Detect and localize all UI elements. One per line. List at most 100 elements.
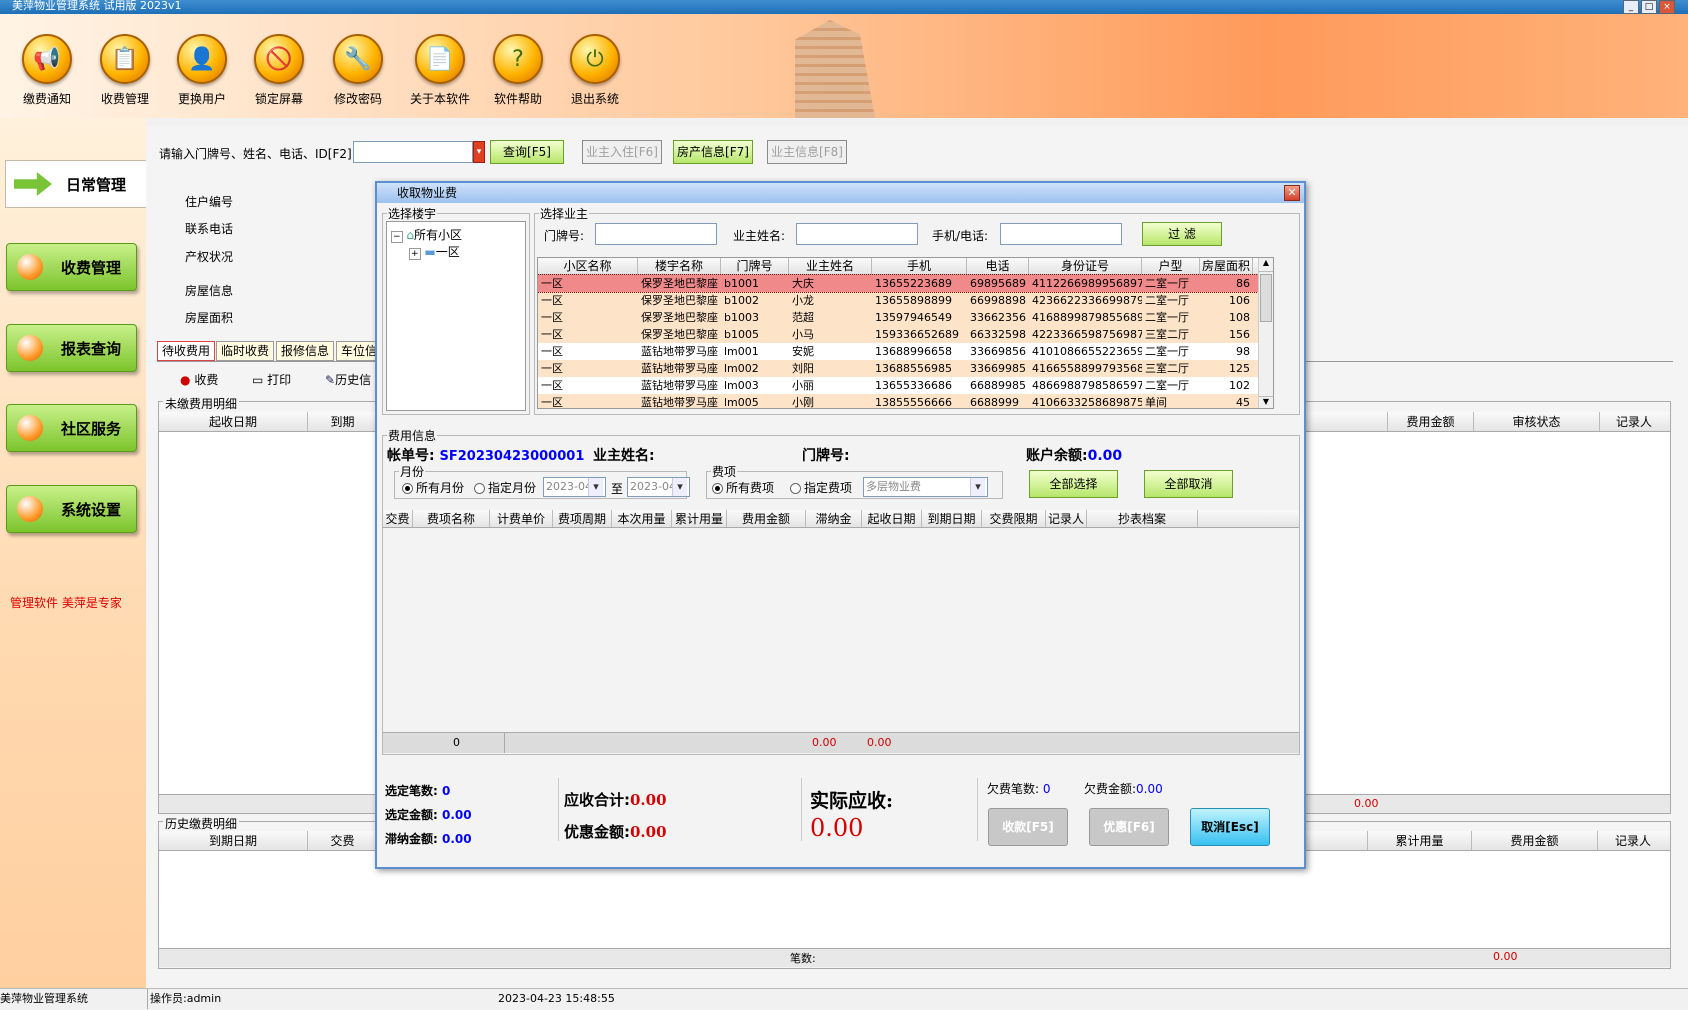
fee-col-header[interactable]: 记录人	[1046, 510, 1087, 527]
slogan-text: 管理软件 美萍是专家	[10, 596, 122, 610]
fee-col-header[interactable]: 本次用量	[612, 510, 672, 527]
fee-col-header[interactable]: 费项周期	[553, 510, 612, 527]
fee-col-header[interactable]: 费用金额	[727, 510, 806, 527]
owner-col-header[interactable]: 户型	[1142, 258, 1200, 274]
fee-col-header[interactable]: 到期日期	[922, 510, 982, 527]
history-action[interactable]: ✎历史信	[325, 371, 371, 388]
owed-amount-value: 0.00	[1136, 782, 1163, 796]
fee-col-header[interactable]: 累计用量	[672, 510, 727, 527]
collect-button[interactable]: 收款[F5]	[988, 808, 1068, 846]
move-in-button[interactable]: 业主入住[F6]	[582, 140, 662, 164]
house-info-button[interactable]: 房产信息[F7]	[673, 140, 753, 164]
unpaid-total: 0.00	[1354, 797, 1379, 810]
month-to-select[interactable]: 2023-04	[627, 477, 690, 497]
filter-button[interactable]: 过 滤	[1142, 222, 1222, 246]
owner-row[interactable]: 一区 蓝钻地带罗马座 lm001 安妮 13688996658 33669856 41010…	[538, 343, 1258, 360]
all-months-radio[interactable]: 所有月份	[402, 479, 464, 496]
owner-col-header[interactable]: 身份证号	[1029, 258, 1142, 274]
door-filter-input[interactable]	[595, 223, 717, 245]
toolbar-button-1[interactable]: 📋 收费管理	[86, 34, 164, 107]
item-group-title: 费项	[712, 465, 737, 479]
query-button[interactable]: 查询[F5]	[490, 140, 564, 164]
maximize-button[interactable]: □	[1641, 0, 1657, 14]
owner-col-header[interactable]: 小区名称	[538, 258, 638, 274]
charge-action[interactable]: ● 收费	[180, 371, 218, 388]
scroll-up-icon[interactable]: ▲	[1259, 258, 1273, 272]
owner-col-header[interactable]: 房屋面积	[1200, 258, 1253, 274]
orange-dot-icon	[17, 254, 43, 280]
spec-month-radio[interactable]: 指定月份	[474, 479, 536, 496]
owner-row[interactable]: 一区 蓝钻地带罗马座 lm003 小丽 13655336686 66889985 48669…	[538, 377, 1258, 394]
bill-no-value: SF20230423000001	[439, 449, 585, 464]
fee-col-header[interactable]: 滞纳金	[806, 510, 862, 527]
owner-row[interactable]: 一区 保罗圣地巴黎座 b1001 大庆 13655223689 69895689 41122…	[538, 274, 1259, 293]
name-filter-input[interactable]	[796, 223, 918, 245]
print-action[interactable]: ▭ 打印	[252, 371, 291, 388]
toolbar-button-6[interactable]: ? 软件帮助	[479, 34, 557, 107]
owner-row[interactable]: 一区 蓝钻地带罗马座 lm002 刘阳 13688556985 33669985 41665…	[538, 360, 1258, 377]
sidebar-item-system-settings[interactable]: 系统设置	[6, 485, 137, 533]
toolbar-button-2[interactable]: 👤 更换用户	[163, 34, 241, 107]
owner-col-header[interactable]: 手机	[872, 258, 967, 274]
close-window-button[interactable]: ×	[1659, 0, 1675, 14]
month-from-select[interactable]: 2023-04	[543, 477, 606, 497]
owner-cell: 422336659875698756	[1032, 328, 1142, 341]
search-input[interactable]	[353, 141, 473, 163]
phone-filter-input[interactable]	[1000, 223, 1122, 245]
owner-cell: 102	[1229, 379, 1250, 392]
sidebar-item-report-query[interactable]: 报表查询	[6, 324, 137, 372]
col-cumulative-usage: 累计用量	[1368, 831, 1472, 850]
toolbar-button-0[interactable]: 📢 缴费通知	[8, 34, 86, 107]
fee-col-header[interactable]: 抄表档案	[1087, 510, 1198, 527]
discount-button[interactable]: 优惠[F6]	[1089, 808, 1169, 846]
owner-row[interactable]: 一区 保罗圣地巴黎座 b1002 小龙 13655898899 66998898 42366…	[538, 292, 1258, 309]
all-items-radio[interactable]: 所有费项	[712, 479, 774, 496]
scroll-down-icon[interactable]: ▼	[1259, 396, 1273, 408]
owner-row[interactable]: 一区 保罗圣地巴黎座 b1003 范超 13597946549 33662356 41688…	[538, 309, 1258, 326]
toolbar-button-5[interactable]: 📄 关于本软件	[401, 34, 479, 107]
col-due-date: 到期日期	[159, 831, 308, 850]
fee-col-header[interactable]: 交费	[383, 510, 413, 527]
sidebar-daily-management[interactable]: 日常管理	[5, 160, 146, 208]
toolbar-button-7[interactable]: ⏻ 退出系统	[556, 34, 634, 107]
item-select[interactable]: 多层物业费	[863, 477, 988, 497]
owner-table-scrollbar[interactable]: ▲ ▼	[1258, 258, 1273, 408]
owner-col-header[interactable]: 楼宇名称	[638, 258, 721, 274]
fee-col-header[interactable]: 起收日期	[862, 510, 922, 527]
owner-cell: 二室一厅	[1145, 294, 1189, 307]
sidebar-item-charge-management[interactable]: 收费管理	[6, 243, 137, 291]
tab-temporary-charge[interactable]: 临时收费	[216, 341, 275, 361]
dropdown-arrow-icon[interactable]: ▾	[473, 141, 485, 163]
spec-item-radio[interactable]: 指定费项	[790, 479, 852, 496]
owner-col-header[interactable]: 门牌号	[721, 258, 789, 274]
tree-node-zone[interactable]: + ▬一区	[409, 243, 460, 260]
owed-amount-label: 欠费金额:	[1084, 782, 1137, 796]
sidebar-item-community-service[interactable]: 社区服务	[6, 404, 137, 452]
minimize-button[interactable]: _	[1623, 0, 1639, 14]
cancel-all-button[interactable]: 全部取消	[1144, 470, 1233, 498]
toolbar-button-4[interactable]: 🔧 修改密码	[319, 34, 397, 107]
fee-col-header[interactable]: 计费单价	[490, 510, 553, 527]
owner-cell: 二室一厅	[1145, 277, 1189, 290]
tab-repair-info[interactable]: 报修信息	[276, 341, 335, 361]
tree-node-root[interactable]: − ⌂所有小区	[391, 226, 462, 243]
owner-row[interactable]: 一区 保罗圣地巴黎座 b1005 小马 159336652689 66332598 4223…	[538, 326, 1258, 343]
scroll-thumb[interactable]	[1260, 274, 1272, 322]
owner-col-header[interactable]: 业主姓名	[789, 258, 872, 274]
bill-no-label: 帐单号:	[387, 448, 435, 464]
cancel-button[interactable]: 取消[Esc]	[1190, 808, 1270, 846]
orange-dot-icon	[17, 496, 43, 522]
toolbar-button-3[interactable]: 🚫 锁定屏幕	[240, 34, 318, 107]
owner-info-button[interactable]: 业主信息[F8]	[767, 140, 847, 164]
collapse-icon[interactable]: −	[391, 231, 403, 243]
fee-col-header[interactable]: 交费限期	[982, 510, 1046, 527]
expand-icon[interactable]: +	[409, 248, 421, 260]
dialog-close-button[interactable]: ✕	[1284, 185, 1300, 201]
fee-footer-amount: 0.00	[812, 736, 837, 749]
owner-col-header[interactable]: 电话	[967, 258, 1029, 274]
tab-pending-fees[interactable]: 待收费用	[157, 341, 216, 361]
fee-col-header[interactable]: 费项名称	[413, 510, 490, 527]
owner-cell: 蓝钻地带罗马座	[641, 362, 718, 375]
select-all-button[interactable]: 全部选择	[1029, 470, 1118, 498]
owner-row[interactable]: 一区 蓝钻地带罗马座 lm005 小刚 13855556666 6688999 410663…	[538, 394, 1258, 408]
